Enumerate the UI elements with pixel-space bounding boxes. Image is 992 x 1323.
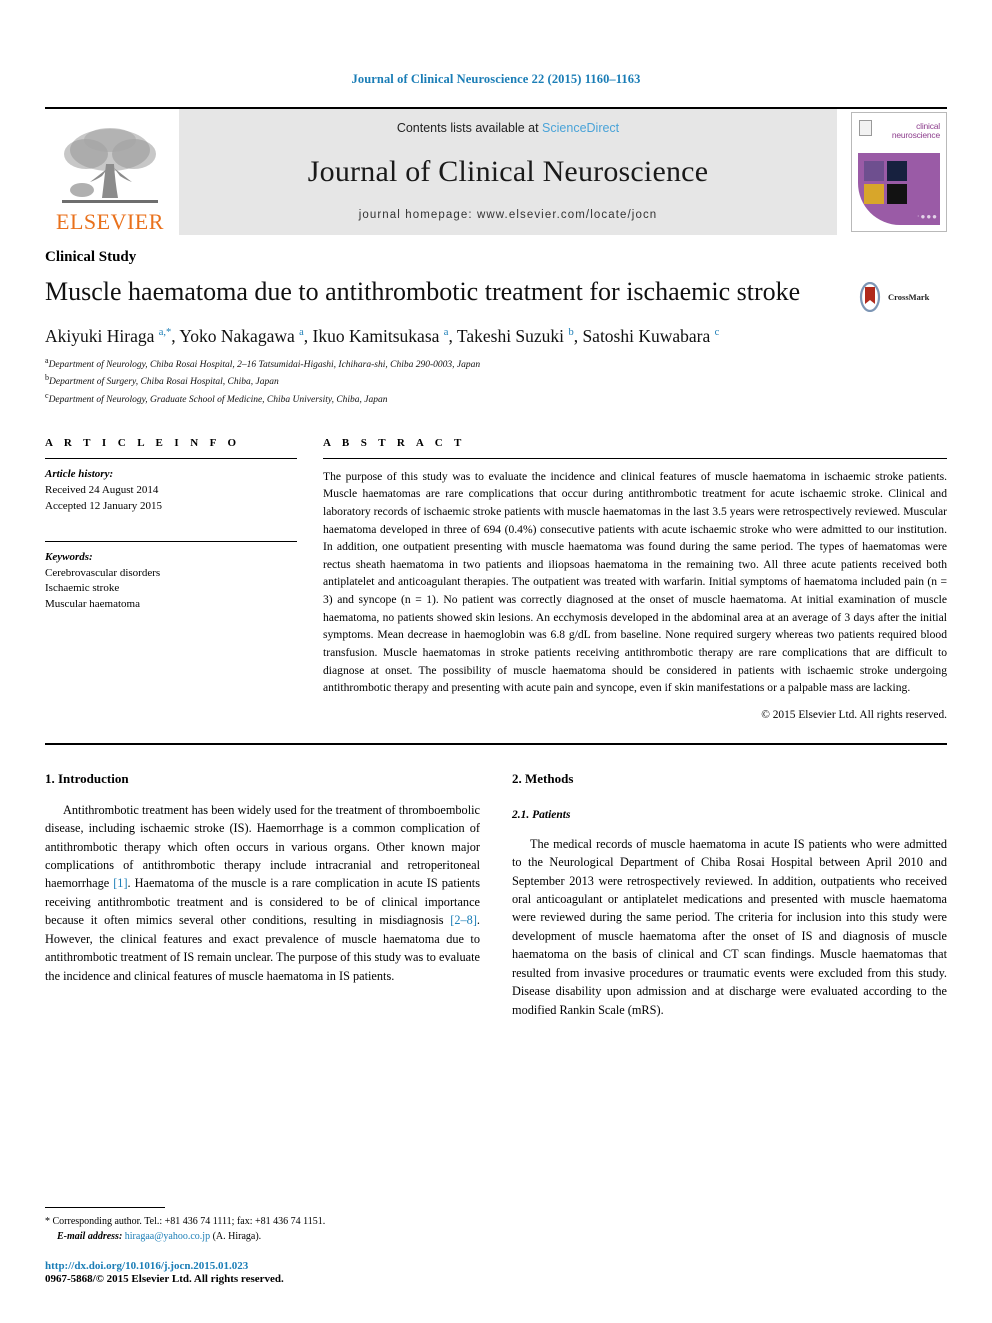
journal-title: Journal of Clinical Neuroscience [307,155,709,188]
corresponding-marker: * [45,1216,50,1227]
elsevier-wordmark: ELSEVIER [56,209,164,234]
methods-subheading-patients: 2.1. Patients [512,808,571,821]
cover-dots-icon: ·●●● [916,212,938,221]
article-history-label: Article history: [45,467,114,480]
title-row: Muscle haematoma due to antithrombotic t… [45,276,947,312]
affiliation-text: Department of Surgery, Chiba Rosai Hospi… [49,377,279,388]
affiliation-text: Department of Neurology, Graduate School… [48,394,388,405]
doi-link[interactable]: http://dx.doi.org/10.1016/j.jocn.2015.01… [45,1260,475,1272]
abstract-column: A B S T R A C T The purpose of this stud… [323,437,947,721]
cover-tile-4 [887,184,907,204]
body-columns: 1. Introduction Antithrombotic treatment… [45,771,947,1019]
affiliation-item: bDepartment of Surgery, Chiba Rosai Hosp… [45,372,947,389]
article-info-heading: A R T I C L E I N F O [45,436,241,449]
elsevier-tree-icon [62,128,158,203]
sciencedirect-link[interactable]: ScienceDirect [542,121,619,135]
journal-homepage-link[interactable]: journal homepage: www.elsevier.com/locat… [359,209,658,221]
cover-tile-2 [887,161,907,181]
running-head: Journal of Clinical Neuroscience 22 (201… [351,72,641,86]
article-received-date: Received 24 August 2014 [45,483,159,496]
keyword-item: Muscular haematoma [45,598,140,611]
keywords-label: Keywords: [45,550,93,563]
corresponding-text: Corresponding author. Tel.: +81 436 74 1… [52,1216,326,1227]
keywords-block: Keywords: Cerebrovascular disorders Isch… [45,540,297,614]
affiliation-item: aDepartment of Neurology, Chiba Rosai Ho… [45,355,947,372]
issn-copyright-line: 0967-5868/© 2015 Elsevier Ltd. All right… [45,1273,284,1285]
crossmark-label: CrossMark [888,292,930,302]
cover-tile-3 [864,184,884,204]
abstract-copyright: © 2015 Elsevier Ltd. All rights reserved… [761,708,947,721]
article-title: Muscle haematoma due to antithrombotic t… [45,277,801,306]
contents-prefix: Contents lists available at [396,121,543,135]
email-address-link[interactable]: hiragaa@yahoo.co.jp [125,1231,210,1242]
footnote-rule [45,1207,165,1208]
methods-heading: 2. Methods [512,770,574,786]
email-address-label: E-mail address: [57,1231,123,1242]
article-info-column: A R T I C L E I N F O Article history: R… [45,437,297,721]
keyword-item: Ischaemic stroke [45,582,120,595]
journal-masthead: ELSEVIER Contents lists available at Sci… [45,107,947,235]
article-history: Article history: Received 24 August 2014… [45,467,297,515]
cover-elsevier-mark-icon [859,120,872,136]
author-list: Akiyuki Hiraga a,*, Yoko Nakagawa a, Iku… [45,326,720,346]
citation-ref-2-8[interactable]: [2–8] [450,913,477,927]
citation-ref-1[interactable]: [1] [113,876,127,890]
body-column-left: 1. Introduction Antithrombotic treatment… [45,771,480,1019]
journal-cover-thumbnail: clinical neuroscience ·●●● [851,112,947,232]
abstract-text: The purpose of this study was to evaluat… [323,469,947,695]
affiliation-item: cDepartment of Neurology, Graduate Schoo… [45,390,947,407]
keyword-item: Cerebrovascular disorders [45,566,161,579]
methods-paragraph: The medical records of muscle haematoma … [512,836,947,1017]
masthead-center: Contents lists available at ScienceDirec… [179,109,837,235]
cover-image-tiles [864,161,907,204]
abstract-rule [323,457,947,459]
article-accepted-date: Accepted 12 January 2015 [45,499,162,512]
corresponding-author-note: * Corresponding author. Tel.: +81 436 74… [45,1214,475,1244]
affiliation-list: aDepartment of Neurology, Chiba Rosai Ho… [45,355,947,407]
body-separator-rule [45,742,947,745]
crossmark-badge[interactable]: CrossMark [855,276,947,312]
paper-page: Journal of Clinical Neuroscience 22 (201… [0,0,992,1323]
introduction-heading: 1. Introduction [45,770,129,786]
elsevier-logo: ELSEVIER [45,109,175,235]
page-footer: * Corresponding author. Tel.: +81 436 74… [45,1207,475,1285]
crossmark-icon [859,282,881,312]
cover-brand-line2: neuroscience [891,129,940,140]
cover-tile-1 [864,161,884,181]
info-abstract-region: A R T I C L E I N F O Article history: R… [45,437,947,721]
introduction-paragraph: Antithrombotic treatment has been widely… [45,801,480,985]
abstract-heading: A B S T R A C T [323,436,466,449]
keywords-list: Keywords: Cerebrovascular disorders Isch… [45,550,297,614]
cover-brand-text: clinical neuroscience [892,122,940,140]
contents-available-line: Contents lists available at ScienceDirec… [397,121,619,135]
keywords-rule [45,540,297,542]
article-info-rule [45,457,297,459]
article-section-type: Clinical Study [45,249,137,265]
body-column-right: 2. Methods 2.1. Patients The medical rec… [512,771,947,1019]
email-suffix: (A. Hiraga). [210,1231,262,1242]
affiliation-text: Department of Neurology, Chiba Rosai Hos… [48,360,481,371]
